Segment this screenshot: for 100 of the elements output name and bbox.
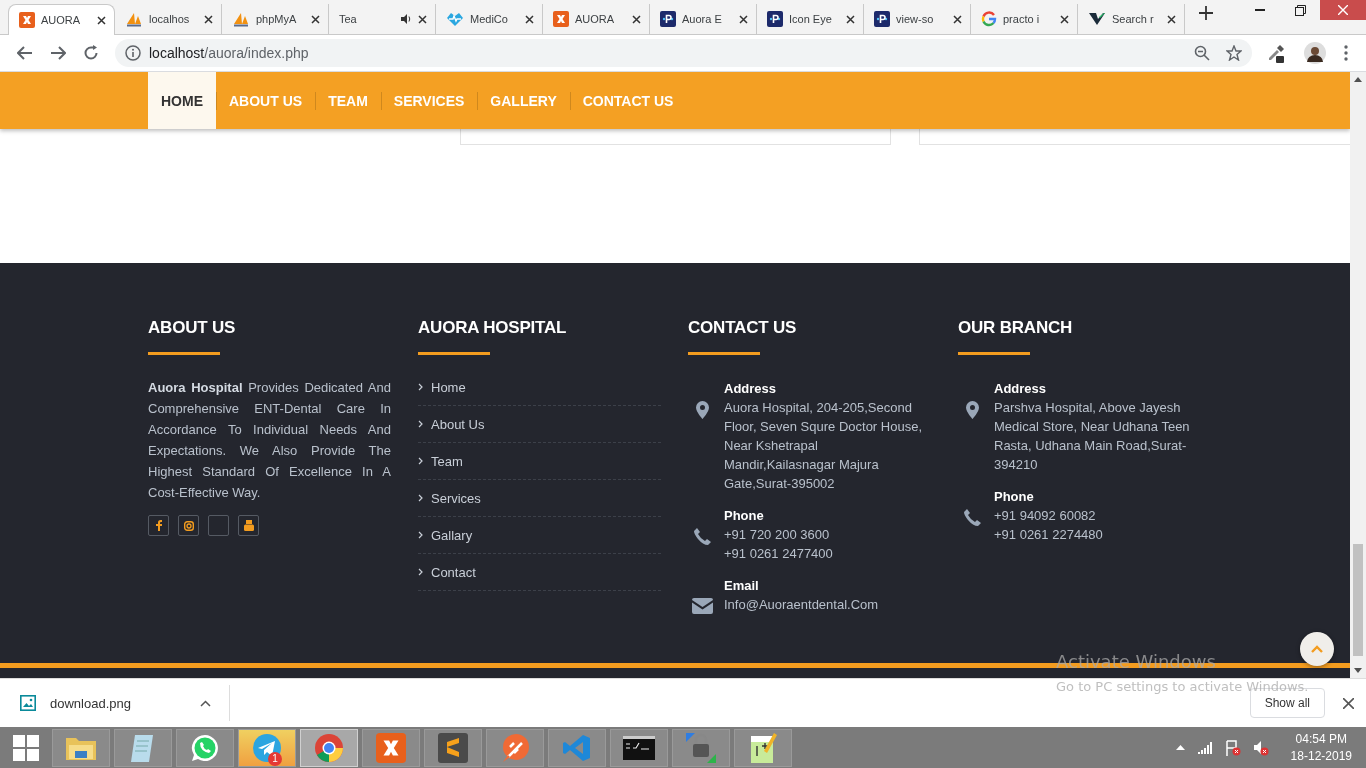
scrollbar-thumb[interactable] [1353, 544, 1363, 657]
contact-label: Address [994, 380, 1048, 398]
sublime-logo-icon [438, 732, 468, 763]
envelope-icon [691, 598, 713, 614]
contact-label: Phone [994, 488, 1035, 506]
close-icon[interactable] [1060, 14, 1069, 24]
windows-start-icon[interactable] [13, 734, 39, 761]
scroll-down-icon[interactable] [1354, 668, 1362, 674]
facebook-button[interactable] [148, 515, 169, 536]
image-file-icon [20, 695, 36, 712]
p-logo-icon [767, 11, 783, 27]
caret-icon[interactable] [200, 699, 211, 707]
phone-number: +91 0261 2477400 [724, 545, 834, 563]
new-tab-icon[interactable] [1199, 5, 1213, 20]
youtube-button[interactable] [238, 515, 259, 536]
heart-pulse-icon [446, 11, 464, 27]
address-text: Parshva Hospital, Above Jayesh Medical Store, Near Udhana Teen Rasta, Udhana Main Road,Surat-394210 [994, 399, 1191, 474]
close-icon[interactable] [1343, 697, 1354, 709]
footer-link[interactable]: Gallary [418, 517, 661, 554]
browser-tab[interactable]: AUORA [8, 4, 115, 35]
close-window-button[interactable] [1320, 0, 1366, 20]
close-icon[interactable] [632, 14, 641, 24]
close-icon[interactable] [311, 14, 320, 24]
star-icon[interactable] [1226, 45, 1242, 61]
signal-icon[interactable] [1196, 741, 1213, 754]
forward-icon[interactable] [49, 46, 66, 60]
p-logo-icon [874, 11, 890, 27]
taskbar-button[interactable]: 1 [238, 728, 296, 767]
close-icon[interactable] [1167, 14, 1176, 24]
flag-error-icon[interactable] [1224, 739, 1241, 756]
instagram-icon [183, 520, 194, 531]
scroll-up-icon[interactable] [1354, 77, 1362, 82]
close-icon[interactable] [846, 14, 855, 24]
footer-link[interactable]: Team [418, 443, 661, 480]
xampp-logo-icon [553, 11, 569, 27]
phone-number: +91 720 200 3600 [724, 526, 831, 544]
chrome-logo-icon [314, 732, 344, 763]
chat-bubble-icon [190, 732, 220, 763]
close-icon[interactable] [953, 14, 962, 24]
column-heading: ABOUT US [148, 318, 237, 338]
restore-icon[interactable] [1294, 4, 1306, 16]
sail-logo-icon [125, 11, 143, 27]
sail-logo-icon [232, 11, 250, 27]
info-icon[interactable] [125, 45, 141, 61]
speaker-muted-icon[interactable] [1252, 739, 1269, 756]
contact-label: Address [724, 380, 778, 398]
menu-icon[interactable] [1344, 45, 1348, 61]
download-item[interactable]: download.png [0, 685, 230, 722]
contact-label: Phone [724, 507, 765, 525]
xampp-logo-icon [376, 732, 406, 763]
network-lock-icon [685, 731, 717, 764]
facebook-icon [155, 520, 162, 531]
column-heading: CONTACT US [688, 318, 798, 338]
taskbar-button[interactable] [610, 728, 668, 767]
column-heading: AUORA HOSPITAL [418, 318, 568, 338]
eyedropper-icon[interactable] [1266, 43, 1286, 63]
taskbar-clock[interactable]: 04:54 PM 18-12-2019 [1290, 730, 1352, 765]
address-bar[interactable]: localhost/auora/index.php [115, 39, 1252, 67]
close-icon[interactable] [204, 14, 213, 24]
close-icon[interactable] [97, 15, 106, 25]
close-icon [1338, 5, 1348, 15]
close-icon[interactable] [739, 14, 748, 24]
avatar-icon[interactable] [1304, 42, 1326, 64]
phone-number: +91 94092 60082 [994, 507, 1097, 525]
phone-icon [693, 528, 711, 545]
instagram-button[interactable] [178, 515, 199, 536]
v-logo-icon [1088, 11, 1106, 27]
footer-link[interactable]: About Us [418, 406, 661, 443]
google-logo-icon [981, 11, 997, 27]
chevron-right-icon [418, 420, 423, 428]
chevron-up-icon [1311, 645, 1323, 653]
p-logo-icon [660, 11, 676, 27]
column-heading: OUR BRANCH [958, 318, 1074, 338]
xampp-logo-icon [19, 12, 35, 28]
vscode-logo-icon [562, 732, 592, 763]
phone-number: +91 0261 2274480 [994, 526, 1104, 544]
notepad-plus-icon [748, 731, 778, 764]
footer-link[interactable]: Contact [418, 554, 661, 591]
footer-link[interactable]: Services [418, 480, 661, 517]
nav-link[interactable]: HOME [148, 72, 216, 129]
close-icon[interactable] [418, 14, 427, 24]
phone-icon [963, 509, 981, 526]
chevron-right-icon [418, 568, 423, 576]
email-text: Info@Auoraentdental.Com [724, 596, 880, 614]
chevron-right-icon [418, 457, 423, 465]
close-icon[interactable] [525, 14, 534, 24]
contact-label: Email [724, 577, 760, 595]
location-pin-icon [965, 401, 979, 419]
footer-link[interactable]: Home [418, 369, 661, 406]
location-pin-icon [695, 401, 709, 419]
about-text: Auora Hospital Provides Dedicated And Comprehensive ENT-Dental Care In Accordance To Individual Needs And Expectations. We Also Provide The Highest Standard Of Excellence In A Cost-Effective Way. [148, 379, 391, 502]
chevron-right-icon [418, 494, 423, 502]
back-icon[interactable] [16, 46, 33, 60]
chevron-right-icon [418, 383, 423, 391]
reload-icon[interactable] [82, 45, 99, 61]
terminal-icon [623, 735, 655, 760]
chevron-up-icon[interactable] [1175, 745, 1185, 751]
zoom-out-icon[interactable] [1194, 45, 1210, 61]
chevron-right-icon [418, 531, 423, 539]
address-text: Auora Hospital, 204-205,Second Floor, Seven Squre Doctor House, Near Kshetrapal Mandir,Kailasnagar Majura Gate,Surat-395002 [724, 399, 923, 493]
